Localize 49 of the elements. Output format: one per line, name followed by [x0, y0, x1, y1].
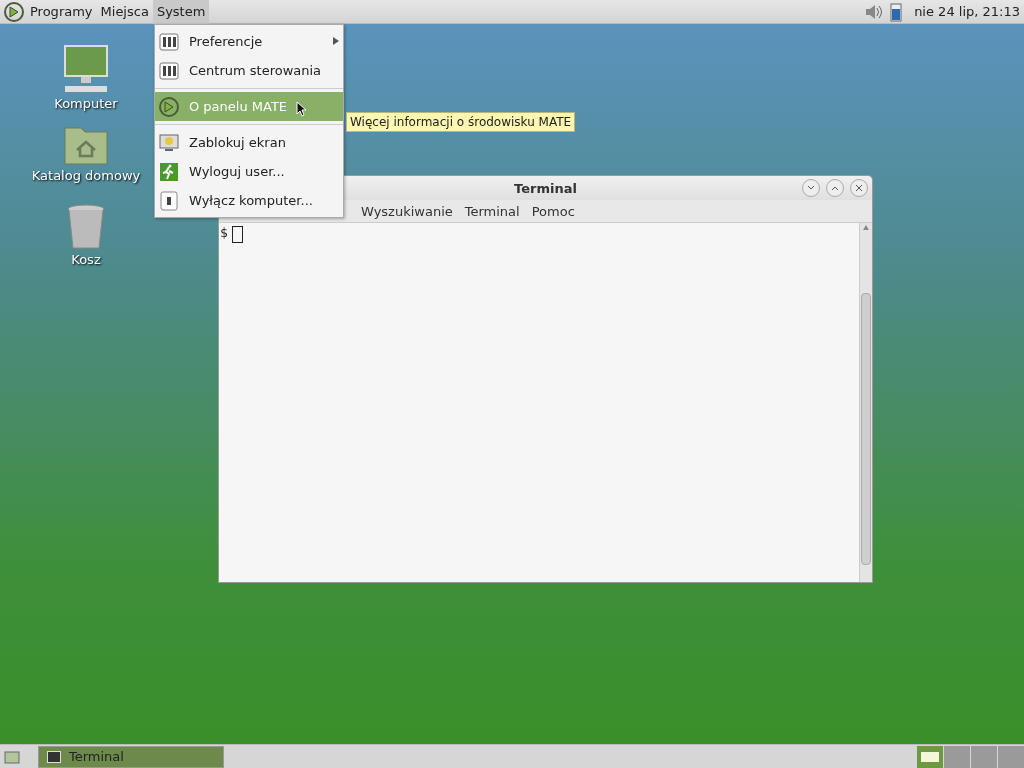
computer-icon [61, 44, 111, 94]
battery-icon[interactable] [890, 1, 903, 22]
window-thumbnail-icon [921, 751, 939, 762]
workspace-switcher[interactable] [971, 745, 997, 768]
sliders-icon [159, 60, 179, 81]
menu-item[interactable]: Wyszukiwanie [355, 203, 459, 219]
menu-item[interactable]: Wyłącz komputer... [155, 186, 343, 215]
running-figure-icon [159, 161, 179, 182]
workspace-switcher[interactable] [944, 745, 970, 768]
tooltip: Więcej informacji o środowisku MATE [346, 112, 576, 132]
menu-item[interactable]: Terminal [458, 203, 526, 219]
menu-item[interactable]: Zablokuj ekran [155, 128, 343, 157]
minimize-button[interactable] [802, 179, 820, 197]
terminal-icon [47, 750, 61, 763]
close-icon [855, 184, 863, 192]
switch-icon [159, 190, 179, 211]
mate-logo-icon [4, 1, 24, 22]
workspace-switcher[interactable] [917, 745, 943, 768]
window-title: Terminal [514, 180, 577, 196]
sliders-icon [159, 31, 179, 52]
menu-item[interactable]: Preferencje [155, 27, 343, 56]
chevron-up-icon [831, 185, 839, 191]
show-desktop-icon[interactable] [4, 749, 20, 764]
trash-icon [66, 204, 106, 250]
chevron-down-icon [807, 185, 815, 191]
panel-menu[interactable]: System [152, 0, 210, 24]
desktop-icon-label[interactable]: Kosz [71, 252, 101, 267]
scrollbar[interactable] [859, 223, 872, 582]
scroll-up-arrow-icon [862, 223, 870, 231]
panel-menu[interactable]: Programy [26, 0, 97, 24]
menu-item[interactable]: Centrum sterowania [155, 56, 343, 85]
taskbar-button[interactable]: Terminal [38, 745, 224, 768]
mate-logo-icon [159, 96, 179, 117]
desktop-icon-label[interactable]: Katalog domowy [31, 168, 141, 183]
text-cursor [231, 226, 243, 243]
monitor-icon [159, 132, 179, 153]
home-folder-icon [63, 124, 109, 166]
terminal-area[interactable]: $ [219, 222, 872, 582]
mouse-pointer-icon [296, 101, 306, 117]
clock[interactable]: nie 24 lip, 21:13 [908, 4, 1024, 19]
panel-menu[interactable]: Miejsca [96, 0, 153, 24]
prompt: $ [220, 225, 228, 240]
workspace-switcher[interactable] [998, 745, 1024, 768]
maximize-button[interactable] [826, 179, 844, 197]
menu-item[interactable]: Pomoc [525, 203, 581, 219]
desktop-icon-label[interactable]: Komputer [54, 96, 118, 111]
menu-item[interactable]: Wyloguj user... [155, 157, 343, 186]
volume-icon[interactable] [864, 2, 885, 21]
close-button[interactable] [850, 179, 868, 197]
